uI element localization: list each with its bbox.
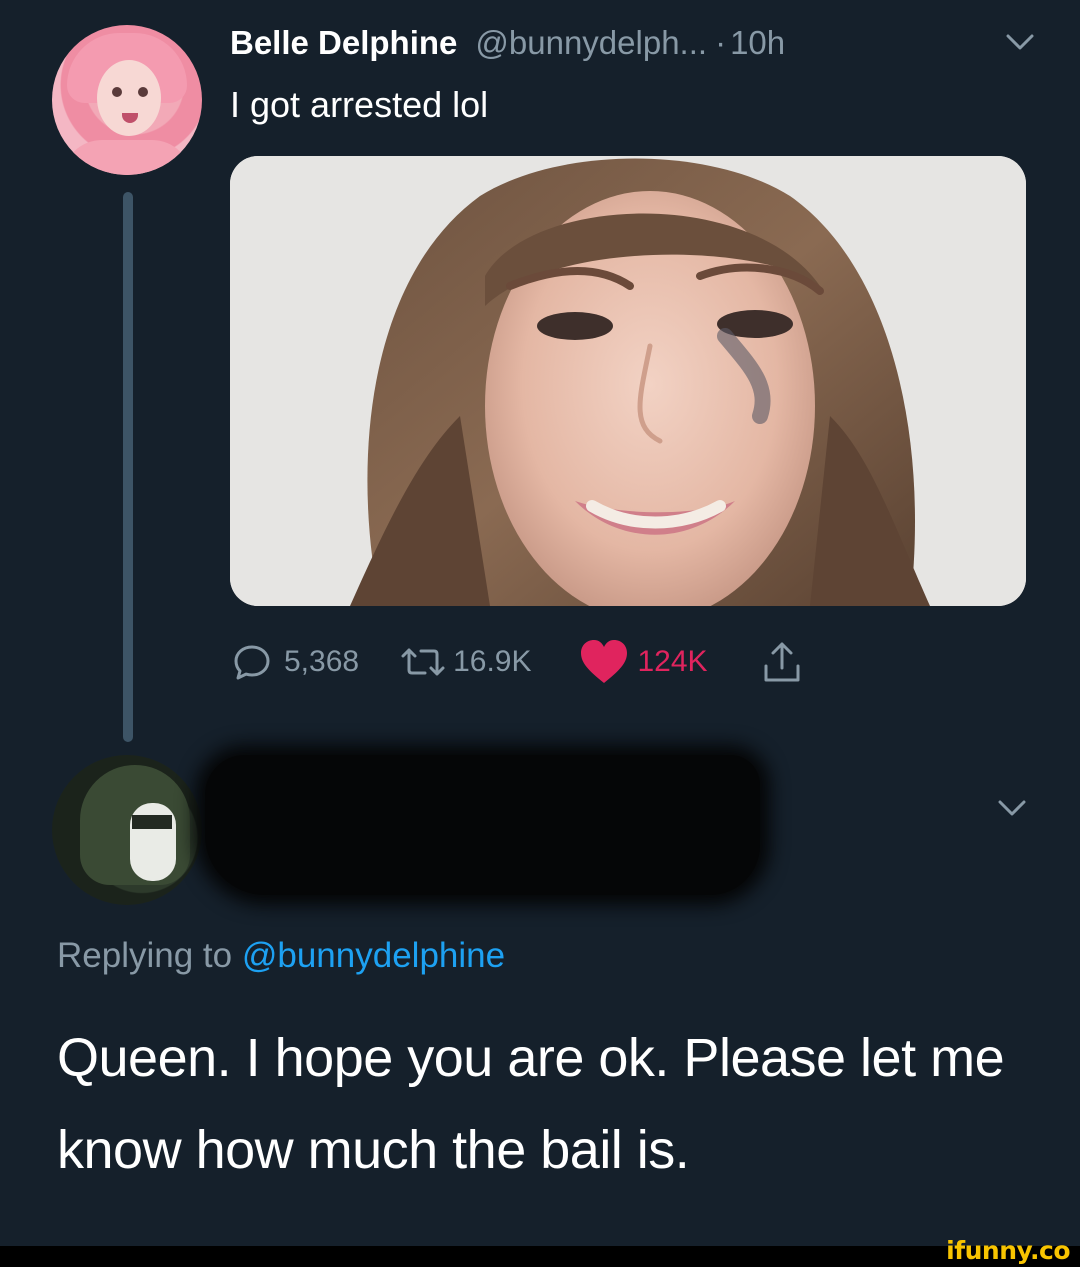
retweet-button[interactable]: 16.9K: [397, 640, 531, 684]
tweet-header: Belle Delphine @bunnydelph... · 10h: [230, 24, 785, 68]
tweet-text: I got arrested lol: [230, 84, 489, 125]
replying-to: Replying to @bunnydelphine: [57, 936, 505, 976]
share-icon: [760, 638, 804, 686]
tweet-actions: 5,368 16.9K 124K: [230, 638, 804, 686]
retweet-icon: [397, 640, 449, 684]
reply-count: 5,368: [284, 645, 360, 678]
reply-button[interactable]: 5,368: [230, 640, 359, 684]
avatar-face: [97, 60, 161, 136]
share-button[interactable]: [760, 638, 804, 686]
thread-connector-line: [123, 192, 133, 742]
like-button[interactable]: 124K: [579, 639, 708, 685]
replying-prefix: Replying to: [57, 936, 233, 975]
retweet-count: 16.9K: [453, 645, 532, 678]
heart-icon: [579, 639, 629, 685]
tweet-photo[interactable]: [230, 156, 1026, 606]
avatar-shirt: [62, 140, 192, 175]
chevron-down-icon[interactable]: [1000, 30, 1040, 54]
separator-dot: ·: [715, 24, 727, 61]
author-name[interactable]: Belle Delphine: [230, 24, 457, 62]
author-handle[interactable]: @bunnydelph...: [475, 24, 707, 62]
chevron-down-icon[interactable]: [992, 796, 1032, 820]
like-count: 124K: [637, 645, 708, 678]
replying-mention-link[interactable]: @bunnydelphine: [242, 936, 505, 975]
reply-icon: [230, 640, 274, 684]
watermark-bar: [0, 1246, 1080, 1267]
author-avatar[interactable]: [52, 25, 202, 175]
avatar-eye: [138, 87, 148, 97]
watermark-logo: ifunny.co: [946, 1236, 1070, 1265]
reply-author-avatar[interactable]: [52, 755, 202, 905]
avatar-eye: [112, 87, 122, 97]
avatar-glasses: [132, 815, 172, 829]
reply-text: Queen. I hope you are ok. Please let me …: [57, 1028, 1005, 1180]
tweet-timestamp[interactable]: 10h: [730, 24, 785, 62]
redacted-author-info: [205, 755, 760, 895]
